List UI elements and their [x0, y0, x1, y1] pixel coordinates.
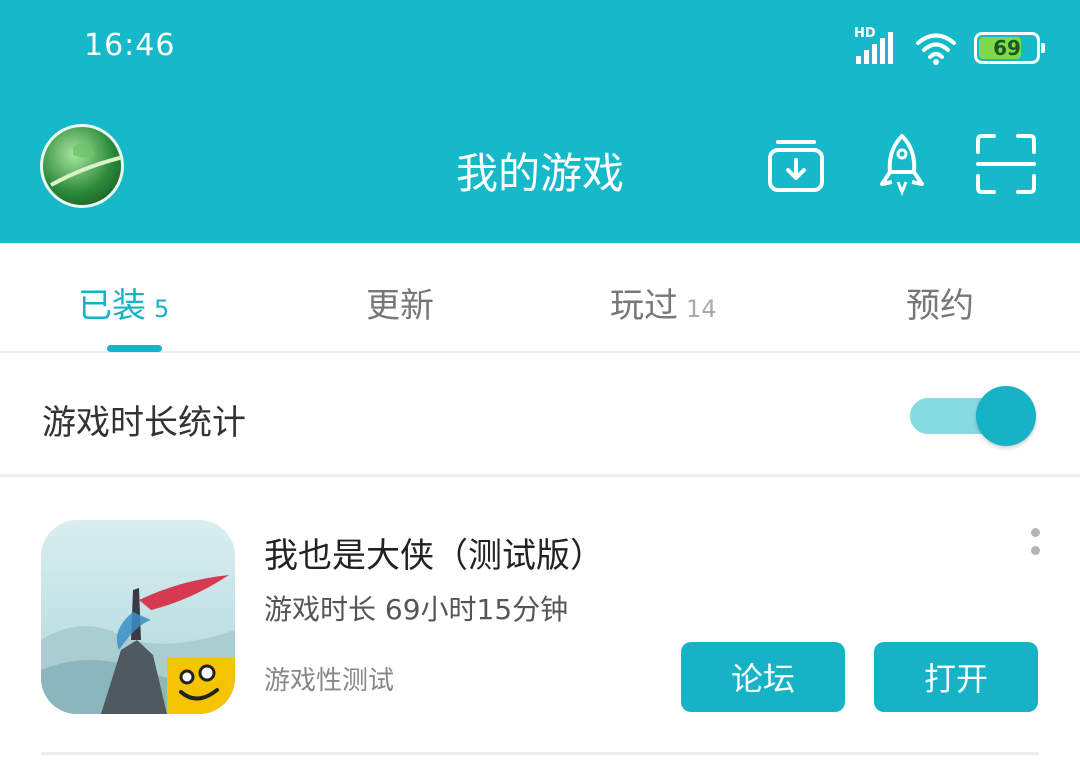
toggle-knob: [976, 386, 1036, 446]
signal-icon: HD: [854, 26, 898, 66]
playtime-stats-label: 游戏时长统计: [42, 403, 246, 443]
game-name: 我也是大侠（测试版）: [264, 536, 604, 576]
game-card[interactable]: 我也是大侠（测试版） 游戏时长 69小时15分钟 游戏性测试 论坛 打开: [0, 480, 1080, 777]
playtime-stats-row: 游戏时长统计: [0, 355, 1080, 477]
battery-icon: 69: [974, 32, 1045, 64]
status-icons: HD 69: [854, 26, 1045, 68]
tab-active-indicator: [107, 345, 162, 352]
forum-button[interactable]: 论坛: [681, 642, 845, 712]
tab-label: 预约: [906, 286, 974, 326]
game-playtime: 游戏时长 69小时15分钟: [264, 593, 569, 626]
rocket-icon[interactable]: [870, 132, 934, 197]
game-icon[interactable]: [41, 520, 235, 714]
tab-count: 14: [686, 295, 717, 323]
game-tag: 游戏性测试: [264, 666, 395, 696]
more-options-icon[interactable]: [1018, 528, 1052, 568]
tab-reservations[interactable]: 预约: [906, 278, 974, 327]
tab-bar: 已装 5 更新 玩过 14 预约: [0, 243, 1080, 353]
tab-label: 已装: [78, 286, 146, 326]
tab-count: 5: [154, 295, 170, 323]
tab-updates[interactable]: 更新: [366, 278, 434, 327]
status-time: 16:46: [84, 28, 176, 63]
download-icon[interactable]: [764, 132, 828, 196]
tab-label: 玩过: [610, 286, 678, 326]
open-button[interactable]: 打开: [874, 642, 1038, 712]
tab-label: 更新: [366, 286, 434, 326]
divider: [41, 752, 1039, 755]
wifi-icon: [914, 30, 958, 66]
tab-played[interactable]: 玩过 14: [610, 278, 717, 327]
scan-icon[interactable]: [974, 132, 1038, 196]
battery-level: 69: [993, 36, 1021, 60]
tab-installed[interactable]: 已装 5: [78, 278, 169, 327]
top-bar: 16:46 HD 69 我的游戏: [0, 0, 1080, 243]
playtime-stats-toggle[interactable]: [910, 385, 1036, 447]
